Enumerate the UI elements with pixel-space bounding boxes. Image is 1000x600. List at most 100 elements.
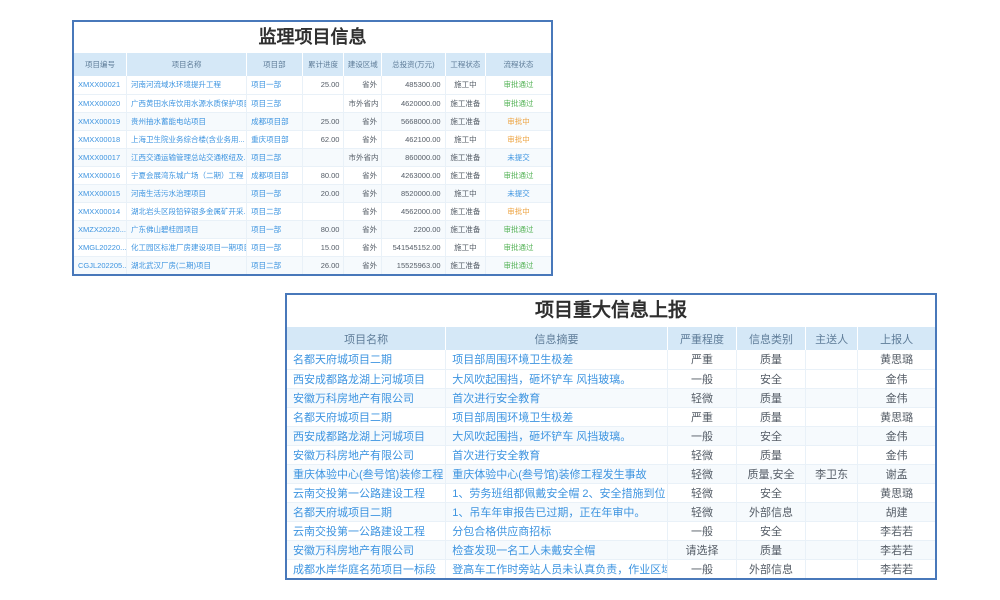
column-header-recipient: 主送人 [805, 327, 857, 350]
cell-severity: 轻微 [667, 445, 736, 464]
cell-region: 省外 [344, 238, 382, 256]
cell-reporter: 李若若 [858, 521, 935, 540]
supervision-table: 项目编号项目名称项目部累计进度建设区域总投资(万元)工程状态流程状态 XMXX0… [74, 53, 551, 274]
table-row: XMXX00016宁夏会展湾东城广场（二期）工程成都项目部80.00省外4263… [74, 166, 551, 184]
cell-project_name[interactable]: 贵州抽水蓄能电站项目 [126, 112, 246, 130]
cell-category: 质量 [737, 445, 806, 464]
cell-project_name[interactable]: 上海卫生院业务综合楼(含业务用... [126, 130, 246, 148]
cell-summary[interactable]: 重庆体验中心(叁号馆)装修工程发生事故 [446, 464, 668, 483]
cell-summary[interactable]: 项目部周围环境卫生极差 [446, 350, 668, 369]
cell-summary[interactable]: 1、劳务班组都佩戴安全帽 2、安全措施到位 [446, 483, 668, 502]
cell-project_dept[interactable]: 成都项目部 [247, 112, 302, 130]
cell-eng_status: 施工中 [445, 130, 486, 148]
cell-severity: 严重 [667, 407, 736, 426]
cell-project_no[interactable]: XMXX00017 [74, 148, 126, 166]
cell-project_dept[interactable]: 项目二部 [247, 148, 302, 166]
column-header-category: 信息类别 [737, 327, 806, 350]
cell-project_name[interactable]: 安徽万科房地产有限公司 [287, 388, 446, 407]
cell-project_name[interactable]: 重庆体验中心(叁号馆)装修工程 [287, 464, 446, 483]
cell-project_no[interactable]: XMXX00018 [74, 130, 126, 148]
cell-project_name[interactable]: 湖北岩头区段铅锌银多金属矿开采... [126, 202, 246, 220]
cell-summary[interactable]: 大风吹起围挡，砸坏铲车 风挡玻璃。 [446, 426, 668, 445]
cell-project_name[interactable]: 西安成都路龙湖上河城项目 [287, 369, 446, 388]
cell-project_no[interactable]: XMXX00016 [74, 166, 126, 184]
cell-project_dept[interactable]: 项目一部 [247, 220, 302, 238]
cell-summary[interactable]: 1、吊车年审报告已过期，正在年审中。 [446, 502, 668, 521]
cell-project_name[interactable]: 西安成都路龙湖上河城项目 [287, 426, 446, 445]
cell-eng_status: 施工准备 [445, 112, 486, 130]
column-header-investment: 总投资(万元) [382, 53, 445, 76]
table-row: CGJL202205...湖北武汉厂房(二期)项目项目二部26.00省外1552… [74, 256, 551, 274]
cell-summary[interactable]: 首次进行安全教育 [446, 388, 668, 407]
cell-project_name[interactable]: 名都天府城项目二期 [287, 502, 446, 521]
cell-project_name[interactable]: 河南生活污水治理项目 [126, 184, 246, 202]
cell-project_no[interactable]: XMXX00021 [74, 76, 126, 94]
table-row: 名都天府城项目二期项目部周围环境卫生极差严重质量黄思璐 [287, 350, 935, 369]
cell-project_dept[interactable]: 项目一部 [247, 238, 302, 256]
cell-investment: 860000.00 [382, 148, 445, 166]
cell-project_dept[interactable]: 项目二部 [247, 256, 302, 274]
cell-project_name[interactable]: 广东佛山碧桂园项目 [126, 220, 246, 238]
cell-project_name[interactable]: 广西黄田水库饮用水源水质保护项目 [126, 94, 246, 112]
cell-project_name[interactable]: 名都天府城项目二期 [287, 350, 446, 369]
cell-project_name[interactable]: 成都水岸华庭名苑项目一标段 [287, 559, 446, 578]
supervision-table-head: 项目编号项目名称项目部累计进度建设区域总投资(万元)工程状态流程状态 [74, 53, 551, 76]
cell-project_name[interactable]: 化工园区标准厂房建设项目一期项目 [126, 238, 246, 256]
cell-project_name[interactable]: 河南河流域水环境提升工程 [126, 76, 246, 94]
cell-project_no[interactable]: XMXX00014 [74, 202, 126, 220]
report-table-title: 项目重大信息上报 [287, 295, 935, 327]
cell-project_name[interactable]: 江西交通运输管理总站交通枢纽及... [126, 148, 246, 166]
column-header-region: 建设区域 [344, 53, 382, 76]
cell-eng_status: 施工准备 [445, 166, 486, 184]
cell-project_no[interactable]: XMXX00019 [74, 112, 126, 130]
cell-project_name[interactable]: 安徽万科房地产有限公司 [287, 540, 446, 559]
cell-region: 市外省内 [344, 148, 382, 166]
cell-reporter: 胡建 [858, 502, 935, 521]
cell-project_dept[interactable]: 项目一部 [247, 76, 302, 94]
column-header-project_name: 项目名称 [287, 327, 446, 350]
cell-region: 省外 [344, 220, 382, 238]
cell-project_dept[interactable]: 项目三部 [247, 94, 302, 112]
cell-project_no[interactable]: XMGL20220... [74, 238, 126, 256]
column-header-flow_status: 流程状态 [486, 53, 551, 76]
cell-investment: 4562000.00 [382, 202, 445, 220]
cell-project_no[interactable]: XMXX00020 [74, 94, 126, 112]
cell-investment: 2200.00 [382, 220, 445, 238]
cell-project_no[interactable]: CGJL202205... [74, 256, 126, 274]
cell-category: 质量 [737, 540, 806, 559]
page: 监理项目信息 项目编号项目名称项目部累计进度建设区域总投资(万元)工程状态流程状… [0, 0, 1000, 600]
cell-summary[interactable]: 首次进行安全教育 [446, 445, 668, 464]
cell-category: 质量 [737, 350, 806, 369]
cell-summary[interactable]: 大风吹起围挡，砸坏铲车 风挡玻璃。 [446, 369, 668, 388]
cell-project_name[interactable]: 安徽万科房地产有限公司 [287, 445, 446, 464]
cell-progress: 25.00 [302, 76, 344, 94]
cell-reporter: 李若若 [858, 559, 935, 578]
cell-project_dept[interactable]: 成都项目部 [247, 166, 302, 184]
table-row: 云南交投第一公路建设工程分包合格供应商招标一般安全李若若 [287, 521, 935, 540]
cell-summary[interactable]: 登高车工作时旁站人员未认真负责，作业区域缺乏警示标志 [446, 559, 668, 578]
cell-flow_status: 审批中 [486, 130, 551, 148]
cell-summary[interactable]: 检查发现一名工人未戴安全帽 [446, 540, 668, 559]
cell-project_dept[interactable]: 重庆项目部 [247, 130, 302, 148]
cell-project_name[interactable]: 宁夏会展湾东城广场（二期）工程 [126, 166, 246, 184]
cell-reporter: 谢孟 [858, 464, 935, 483]
cell-flow_status: 审批通过 [486, 94, 551, 112]
cell-project_dept[interactable]: 项目二部 [247, 202, 302, 220]
cell-summary[interactable]: 项目部周围环境卫生极差 [446, 407, 668, 426]
cell-category: 质量 [737, 407, 806, 426]
column-header-summary: 信息摘要 [446, 327, 668, 350]
header-row: 项目名称信息摘要严重程度信息类别主送人上报人 [287, 327, 935, 350]
cell-project_name[interactable]: 湖北武汉厂房(二期)项目 [126, 256, 246, 274]
table-row: XMXX00017江西交通运输管理总站交通枢纽及...项目二部 市外省内86000… [74, 148, 551, 166]
cell-category: 外部信息 [737, 559, 806, 578]
cell-project_no[interactable]: XMZX20220... [74, 220, 126, 238]
cell-region: 省外 [344, 184, 382, 202]
cell-project_name[interactable]: 名都天府城项目二期 [287, 407, 446, 426]
cell-project_dept[interactable]: 项目一部 [247, 184, 302, 202]
cell-project_name[interactable]: 云南交投第一公路建设工程 [287, 521, 446, 540]
cell-summary[interactable]: 分包合格供应商招标 [446, 521, 668, 540]
cell-region: 省外 [344, 130, 382, 148]
cell-project_name[interactable]: 云南交投第一公路建设工程 [287, 483, 446, 502]
cell-severity: 请选择 [667, 540, 736, 559]
cell-project_no[interactable]: XMXX00015 [74, 184, 126, 202]
